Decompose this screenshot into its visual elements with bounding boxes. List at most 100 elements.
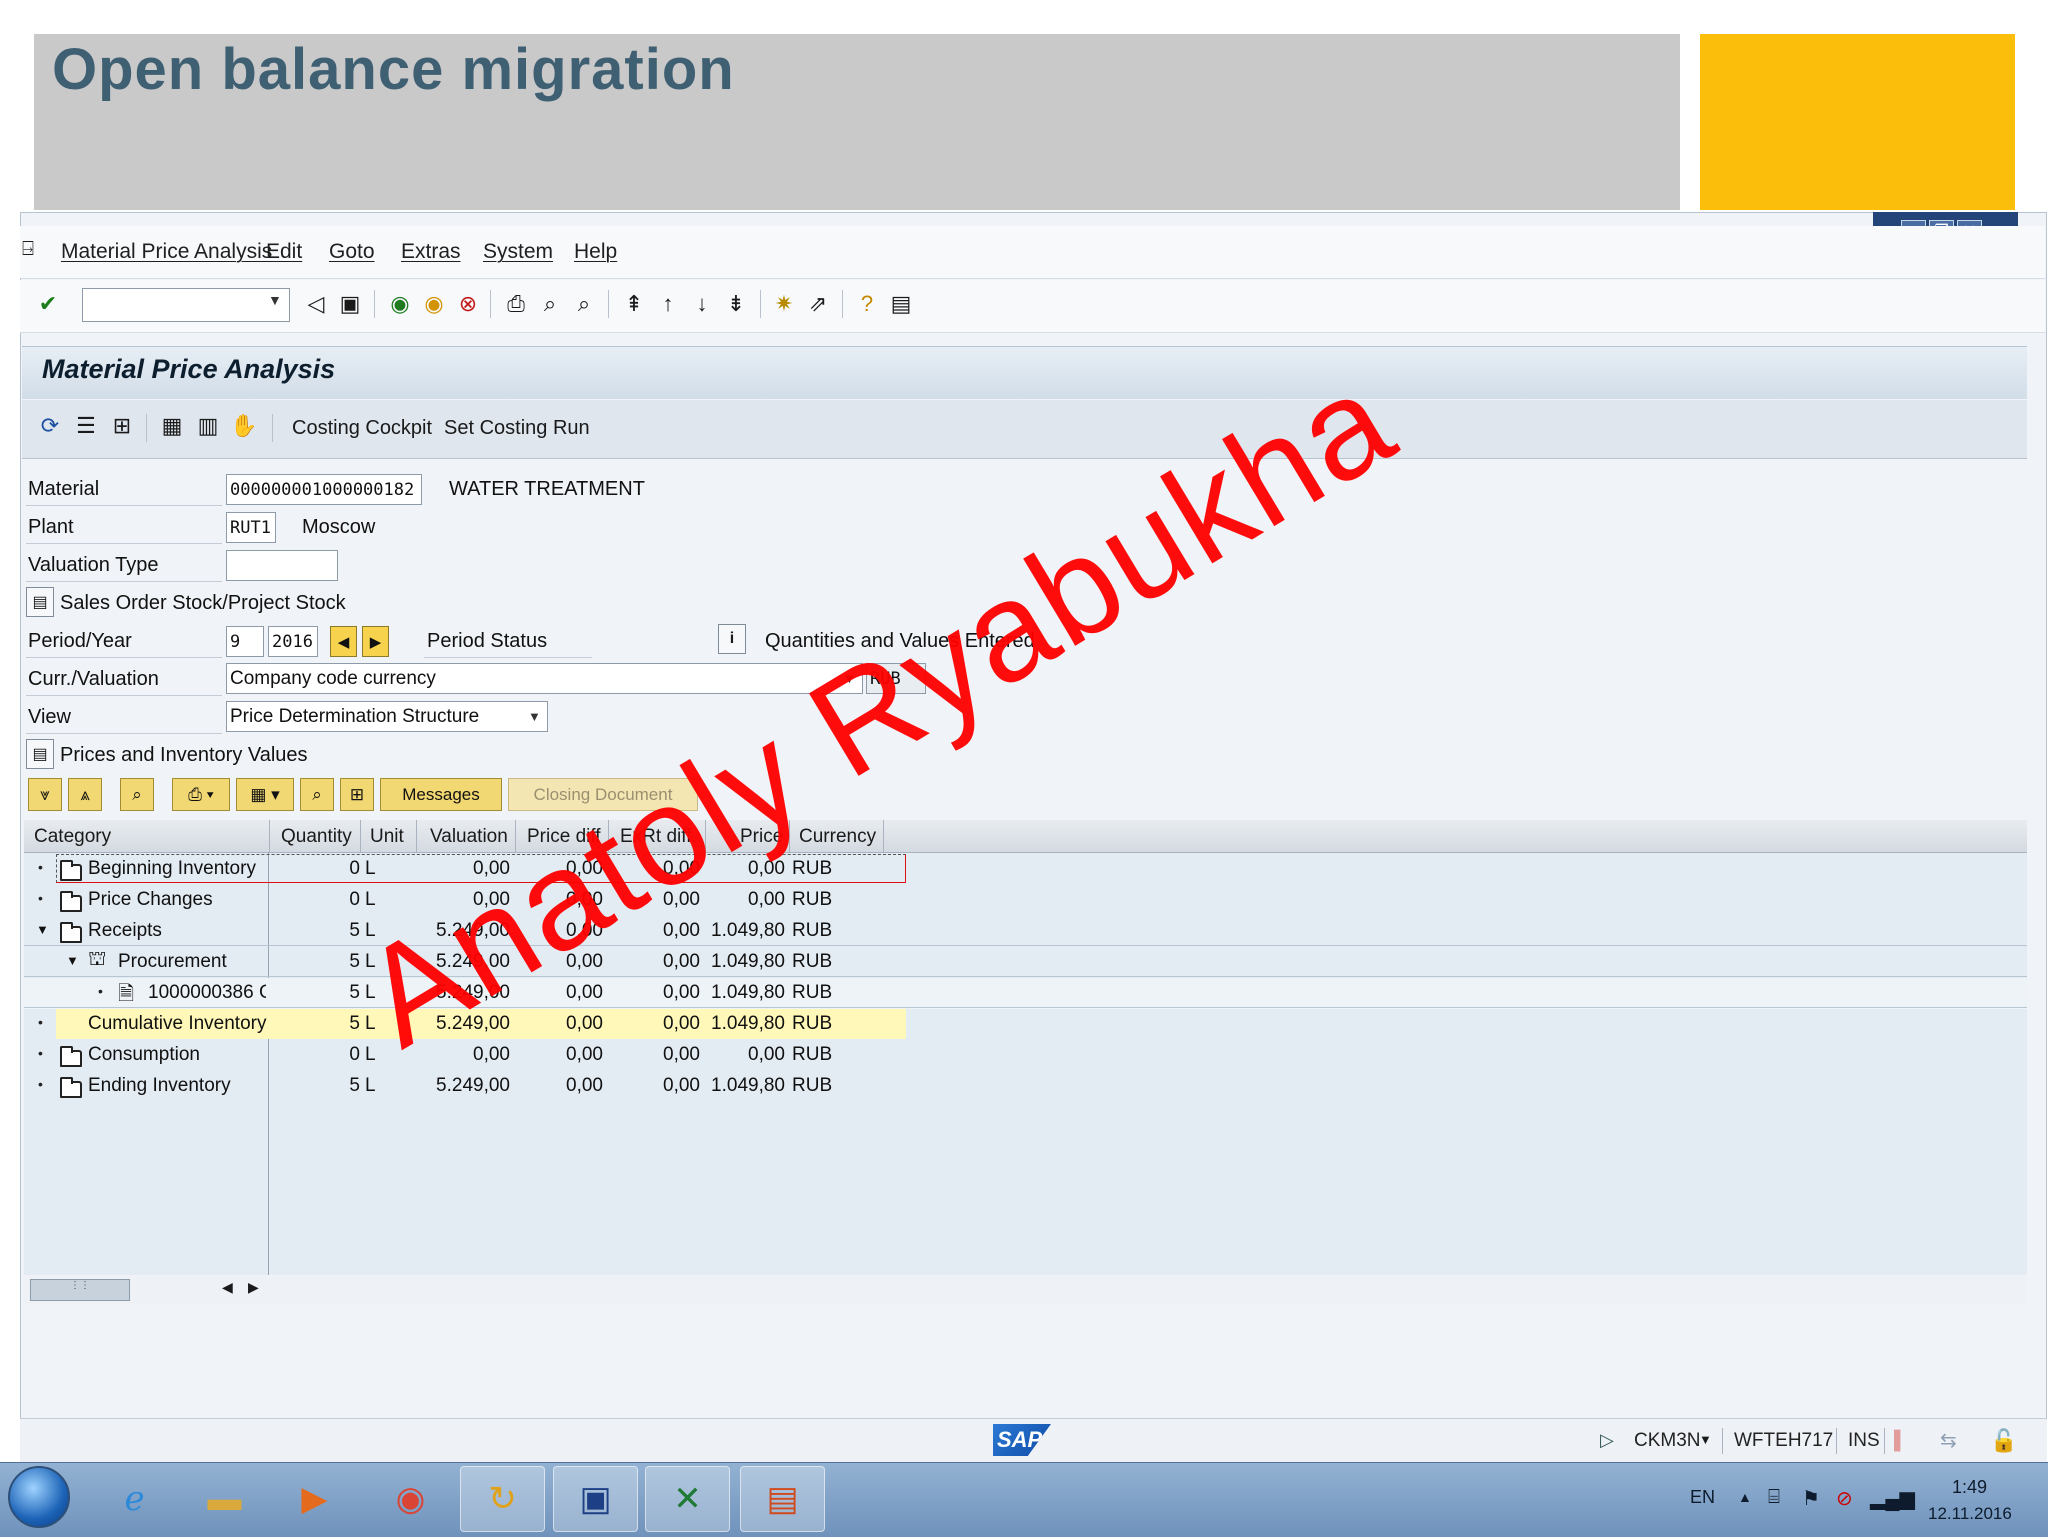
price-diff-cell: 0,00: [566, 1044, 603, 1065]
column-quantity[interactable]: Quantity: [281, 826, 352, 848]
enter-check-icon[interactable]: ✔: [34, 290, 62, 318]
chevron-down-icon[interactable]: ▼: [528, 709, 541, 724]
menu-material-price-analysis[interactable]: Material Price Analysis: [61, 240, 272, 264]
view-select[interactable]: Price Determination Structure: [226, 701, 548, 732]
plant-input[interactable]: RUT1: [226, 512, 276, 543]
excel-icon[interactable]: ✕: [645, 1466, 730, 1532]
last-page-icon[interactable]: ⇟: [722, 290, 750, 318]
scroll-thumb[interactable]: ⋮⋮: [30, 1279, 130, 1301]
previous-period-icon[interactable]: ◀: [330, 626, 357, 657]
command-field[interactable]: [82, 288, 290, 322]
columns-icon[interactable]: ▥: [194, 412, 222, 440]
save-icon[interactable]: ▣: [336, 290, 364, 318]
chevron-down-icon[interactable]: ▼: [268, 292, 282, 308]
column-price[interactable]: Price: [740, 826, 783, 848]
chrome-icon[interactable]: ◉: [368, 1466, 453, 1532]
row-divider: [24, 976, 2027, 977]
language-indicator[interactable]: EN: [1690, 1487, 1715, 1508]
print-menu-icon[interactable]: ⎙ ▾: [172, 778, 230, 811]
menu-enter-icon[interactable]: ⍈: [22, 238, 34, 261]
list-icon[interactable]: ☰: [72, 412, 100, 440]
slide-accent-block: [1700, 34, 2015, 210]
tree-bullet: •: [38, 890, 43, 906]
year-input[interactable]: 2016: [268, 626, 318, 657]
column-currency[interactable]: Currency: [799, 826, 876, 848]
price-diff-cell: 0,00: [566, 1013, 603, 1034]
clock-time[interactable]: 1:49: [1952, 1477, 1987, 1498]
analysis-icon[interactable]: ✋: [230, 412, 258, 440]
tree-icon[interactable]: ⊞: [108, 412, 136, 440]
find-icon[interactable]: ⌕: [536, 290, 564, 318]
collapse-all-icon[interactable]: ⩓: [68, 778, 102, 811]
exrt-diff-cell: 0,00: [663, 1075, 700, 1096]
clock-date[interactable]: 12.11.2016: [1928, 1504, 2012, 1524]
find-next-icon[interactable]: ⌕: [570, 290, 598, 318]
volume-muted-icon[interactable]: ⊘: [1836, 1486, 1853, 1511]
file-explorer-icon[interactable]: ▬: [182, 1466, 267, 1532]
next-period-icon[interactable]: ▶: [362, 626, 389, 657]
column-valuation[interactable]: Valuation: [430, 826, 508, 848]
horizontal-scrollbar[interactable]: [24, 1276, 2027, 1304]
signal-icon[interactable]: ▂▄▆: [1870, 1486, 1915, 1511]
column-category[interactable]: Category: [34, 826, 111, 848]
powerpoint-icon[interactable]: ▤: [740, 1466, 825, 1532]
cancel-icon[interactable]: ⊗: [454, 290, 482, 318]
menu-goto[interactable]: Goto: [329, 240, 375, 264]
category-cell: Receipts: [88, 920, 162, 941]
menu-help[interactable]: Help: [574, 240, 617, 264]
column-unit[interactable]: Unit: [370, 826, 404, 848]
expand-section-icon[interactable]: ▤: [26, 587, 54, 617]
expanded-triangle-icon[interactable]: ▼: [36, 922, 49, 937]
column-exrt-diff[interactable]: ExRt diff.: [620, 826, 697, 848]
help-icon[interactable]: ?: [853, 290, 881, 318]
scroll-left-icon[interactable]: ◀: [222, 1279, 233, 1296]
layout-menu-icon[interactable]: ▤: [887, 290, 915, 318]
first-page-icon[interactable]: ⇞: [620, 290, 648, 318]
exit-icon[interactable]: ◉: [420, 290, 448, 318]
shortcut-icon[interactable]: ⇗: [804, 290, 832, 318]
layout-menu-icon[interactable]: ▦ ▾: [236, 778, 294, 811]
messages-button[interactable]: Messages: [380, 778, 502, 811]
valuation-type-input[interactable]: [226, 550, 338, 581]
column-price-diff[interactable]: Price diff: [527, 826, 601, 848]
lock-icon[interactable]: 🔓: [1990, 1428, 2017, 1454]
material-input[interactable]: 000000001000000182: [226, 474, 422, 505]
status-expand-icon[interactable]: ▷: [1600, 1430, 1614, 1451]
material-description: WATER TREATMENT: [449, 478, 645, 500]
chevron-down-icon[interactable]: ▼: [1699, 1432, 1712, 1447]
document-icon[interactable]: ▦: [158, 412, 186, 440]
refresh-icon[interactable]: ⟳: [36, 412, 64, 440]
media-player-icon[interactable]: ▶: [272, 1466, 357, 1532]
new-session-icon[interactable]: ✷: [770, 290, 798, 318]
set-costing-run-button[interactable]: Set Costing Run: [444, 417, 590, 440]
insert-mode: INS: [1848, 1430, 1880, 1451]
hierarchy-icon[interactable]: ⊞: [340, 778, 374, 811]
sap-logon-icon[interactable]: ↻: [460, 1466, 545, 1532]
back-arrow-icon[interactable]: ◁: [302, 290, 330, 318]
details-icon[interactable]: ⌕: [300, 778, 334, 811]
previous-page-icon[interactable]: ↑: [654, 290, 682, 318]
show-hidden-icons[interactable]: ▲: [1738, 1489, 1752, 1505]
save-app-icon[interactable]: ▣: [553, 1466, 638, 1532]
menu-edit[interactable]: Edit: [266, 240, 302, 264]
exrt-diff-cell: 0,00: [663, 889, 700, 910]
start-button-icon[interactable]: [8, 1466, 70, 1528]
menu-system[interactable]: System: [483, 240, 553, 264]
network-icon[interactable]: ⌸: [1768, 1486, 1780, 1509]
action-center-flag-icon[interactable]: ⚑: [1802, 1486, 1820, 1511]
period-input[interactable]: 9: [226, 626, 264, 657]
expanded-triangle-icon[interactable]: ▼: [66, 953, 79, 968]
expand-all-icon[interactable]: ⩔: [28, 778, 62, 811]
expand-section-icon[interactable]: ▤: [26, 739, 54, 769]
back-green-icon[interactable]: ◉: [386, 290, 414, 318]
internet-explorer-icon[interactable]: ℯ: [92, 1466, 177, 1532]
find-icon[interactable]: ⌕: [120, 778, 154, 811]
costing-cockpit-button[interactable]: Costing Cockpit: [292, 417, 432, 440]
info-icon[interactable]: i: [718, 624, 746, 654]
next-page-icon[interactable]: ↓: [688, 290, 716, 318]
print-icon[interactable]: ⎙: [502, 290, 530, 318]
chevron-down-icon[interactable]: ▼: [843, 671, 856, 686]
currency-valuation-select[interactable]: Company code currency: [226, 663, 863, 694]
scroll-right-icon[interactable]: ▶: [248, 1279, 259, 1296]
menu-extras[interactable]: Extras: [401, 240, 461, 264]
